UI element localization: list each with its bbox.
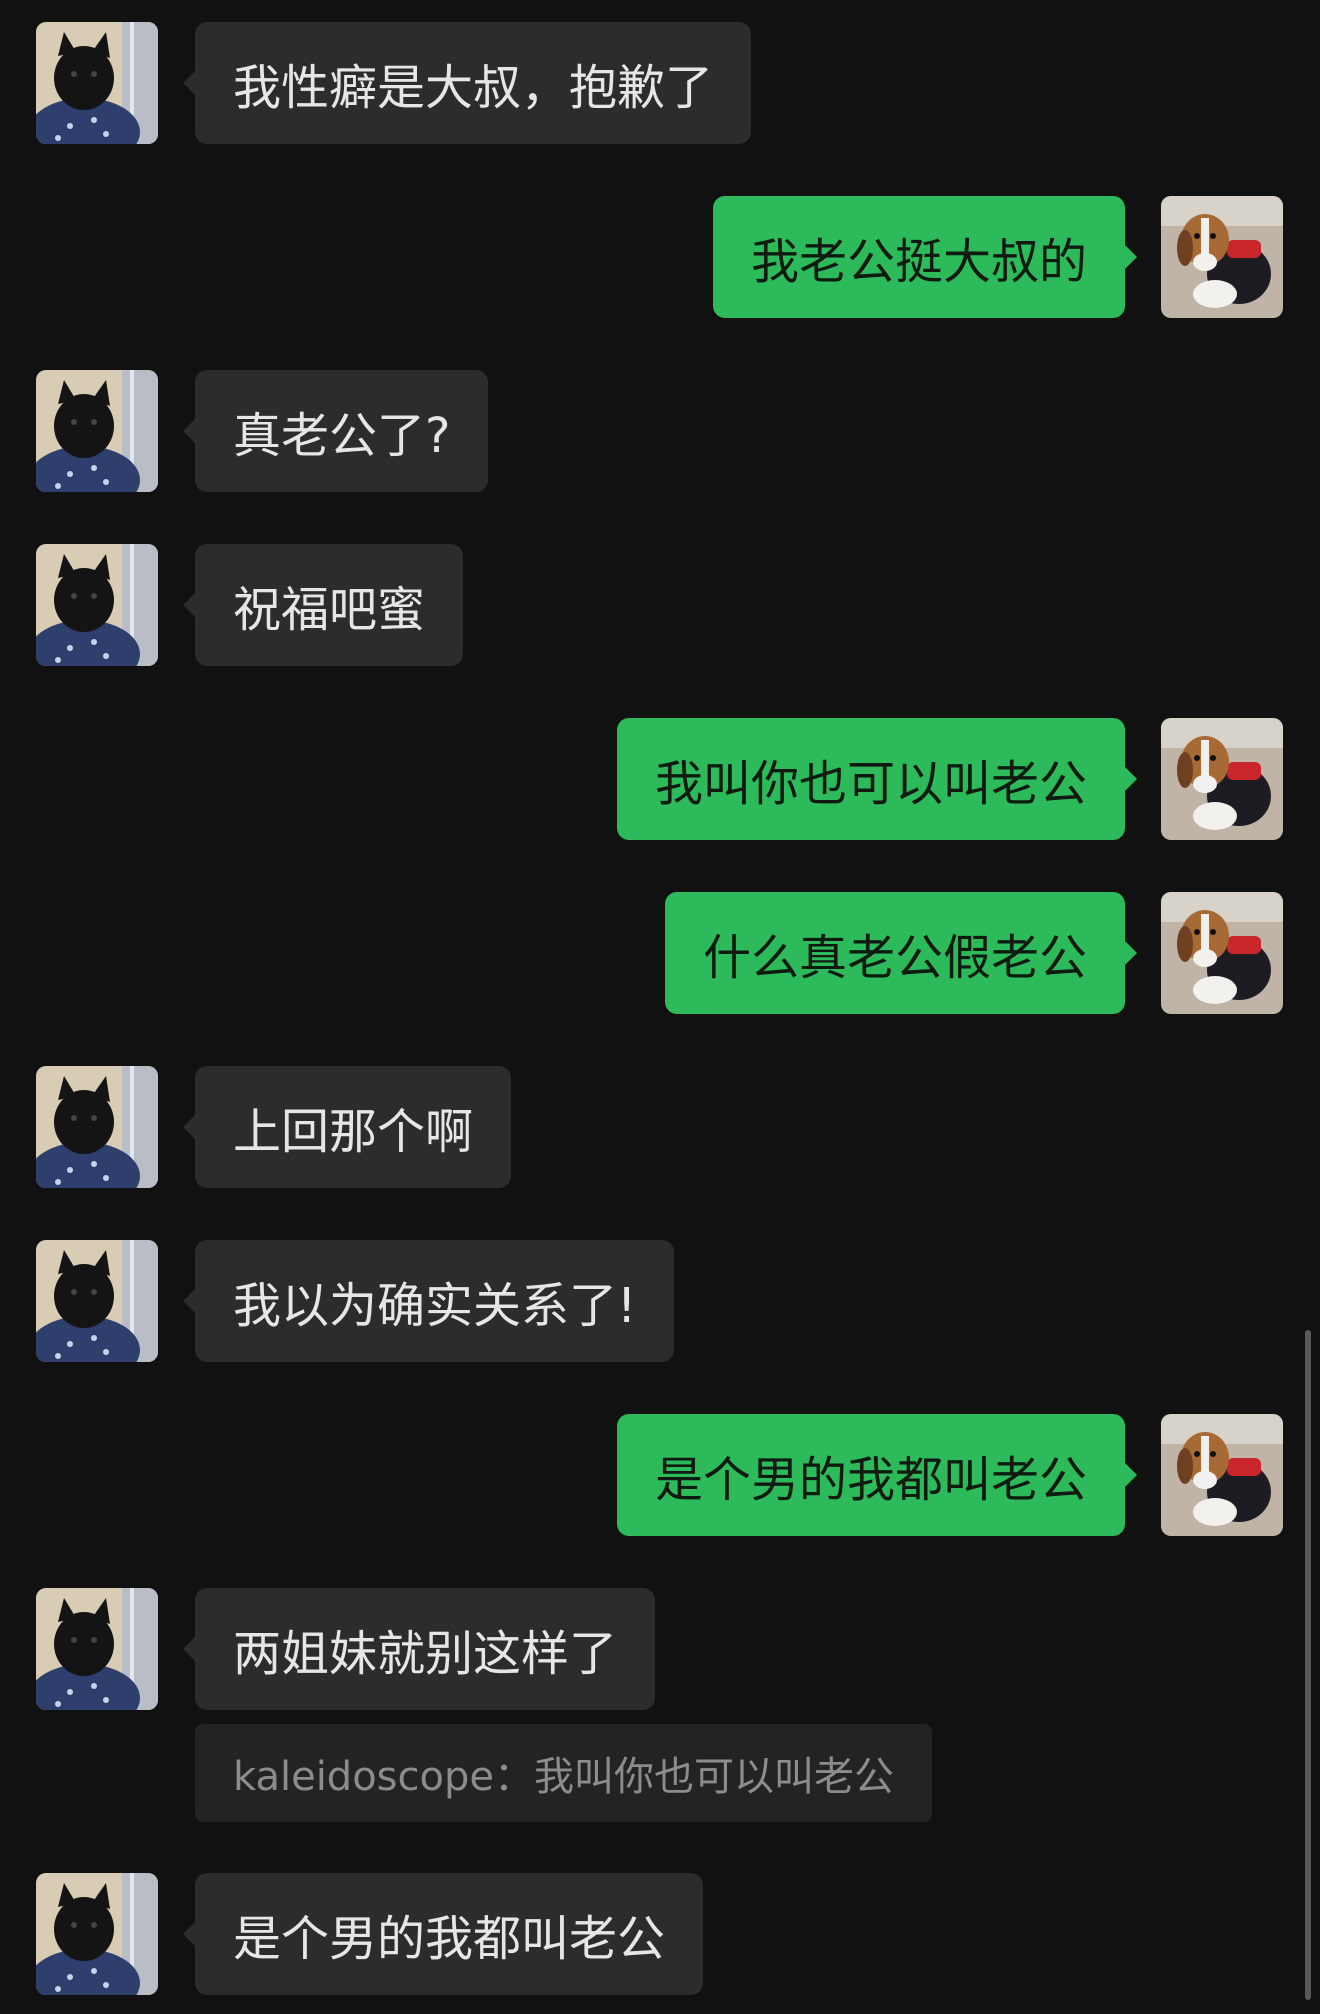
contact-avatar[interactable] bbox=[36, 1240, 158, 1362]
quoted-reply[interactable]: kaleidoscope：我叫你也可以叫老公 bbox=[195, 1724, 932, 1822]
black-puppy-avatar bbox=[36, 1873, 158, 1995]
black-puppy-avatar bbox=[36, 370, 158, 492]
incoming-message-bubble[interactable]: 祝福吧蜜 bbox=[182, 544, 464, 666]
black-puppy-avatar bbox=[36, 22, 158, 144]
beagle-puppy-avatar bbox=[1161, 1414, 1283, 1536]
incoming-message-bubble[interactable]: 是个男的我都叫老公 bbox=[182, 1873, 704, 1995]
self-avatar[interactable] bbox=[1161, 1414, 1283, 1536]
outgoing-message-bubble[interactable]: 是个男的我都叫老公 bbox=[616, 1414, 1138, 1536]
contact-avatar[interactable] bbox=[36, 1066, 158, 1188]
self-avatar[interactable] bbox=[1161, 718, 1283, 840]
chat-message-list[interactable]: 我性癖是大叔，抱歉了 我老公挺大叔的 真老公了? 祝福吧蜜 我叫你也可以叫老公 … bbox=[0, 0, 1320, 2014]
self-avatar[interactable] bbox=[1161, 196, 1283, 318]
black-puppy-avatar bbox=[36, 544, 158, 666]
self-avatar[interactable] bbox=[1161, 892, 1283, 1014]
beagle-puppy-avatar bbox=[1161, 718, 1283, 840]
contact-avatar[interactable] bbox=[36, 22, 158, 144]
black-puppy-avatar bbox=[36, 1240, 158, 1362]
black-puppy-avatar bbox=[36, 1588, 158, 1710]
contact-avatar[interactable] bbox=[36, 370, 158, 492]
incoming-message-bubble[interactable]: 我以为确实关系了! bbox=[182, 1240, 675, 1362]
outgoing-message-bubble[interactable]: 什么真老公假老公 bbox=[664, 892, 1138, 1014]
contact-avatar[interactable] bbox=[36, 1588, 158, 1710]
beagle-puppy-avatar bbox=[1161, 892, 1283, 1014]
incoming-message-bubble[interactable]: 我性癖是大叔，抱歉了 bbox=[182, 22, 752, 144]
outgoing-message-bubble[interactable]: 我叫你也可以叫老公 bbox=[616, 718, 1138, 840]
contact-avatar[interactable] bbox=[36, 1873, 158, 1995]
outgoing-message-bubble[interactable]: 我老公挺大叔的 bbox=[712, 196, 1138, 318]
contact-avatar[interactable] bbox=[36, 544, 158, 666]
incoming-message-bubble[interactable]: 上回那个啊 bbox=[182, 1066, 512, 1188]
incoming-message-bubble[interactable]: 真老公了? bbox=[182, 370, 489, 492]
beagle-puppy-avatar bbox=[1161, 196, 1283, 318]
black-puppy-avatar bbox=[36, 1066, 158, 1188]
incoming-message-bubble[interactable]: 两姐妹就别这样了 bbox=[182, 1588, 656, 1710]
scrollbar[interactable] bbox=[1305, 1330, 1311, 2000]
